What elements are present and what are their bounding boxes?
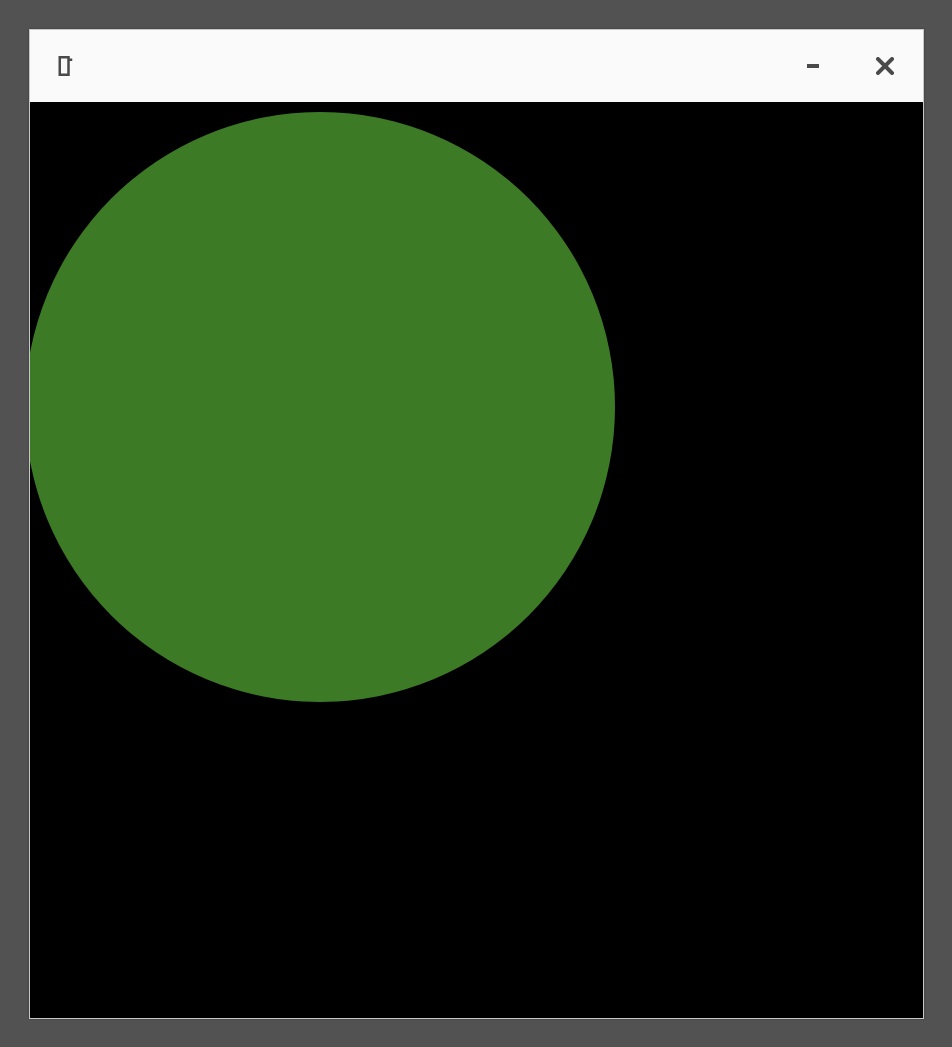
close-icon: [876, 57, 894, 75]
minimize-button[interactable]: [803, 56, 823, 76]
app-icon: [58, 56, 74, 76]
shape-circle: [30, 112, 615, 702]
close-button[interactable]: [875, 56, 895, 76]
titlebar[interactable]: [30, 30, 923, 102]
minimize-icon: [807, 64, 819, 68]
window-controls: [803, 56, 895, 76]
titlebar-left: [58, 56, 86, 76]
application-window: [29, 29, 924, 1019]
canvas[interactable]: [30, 102, 923, 1018]
